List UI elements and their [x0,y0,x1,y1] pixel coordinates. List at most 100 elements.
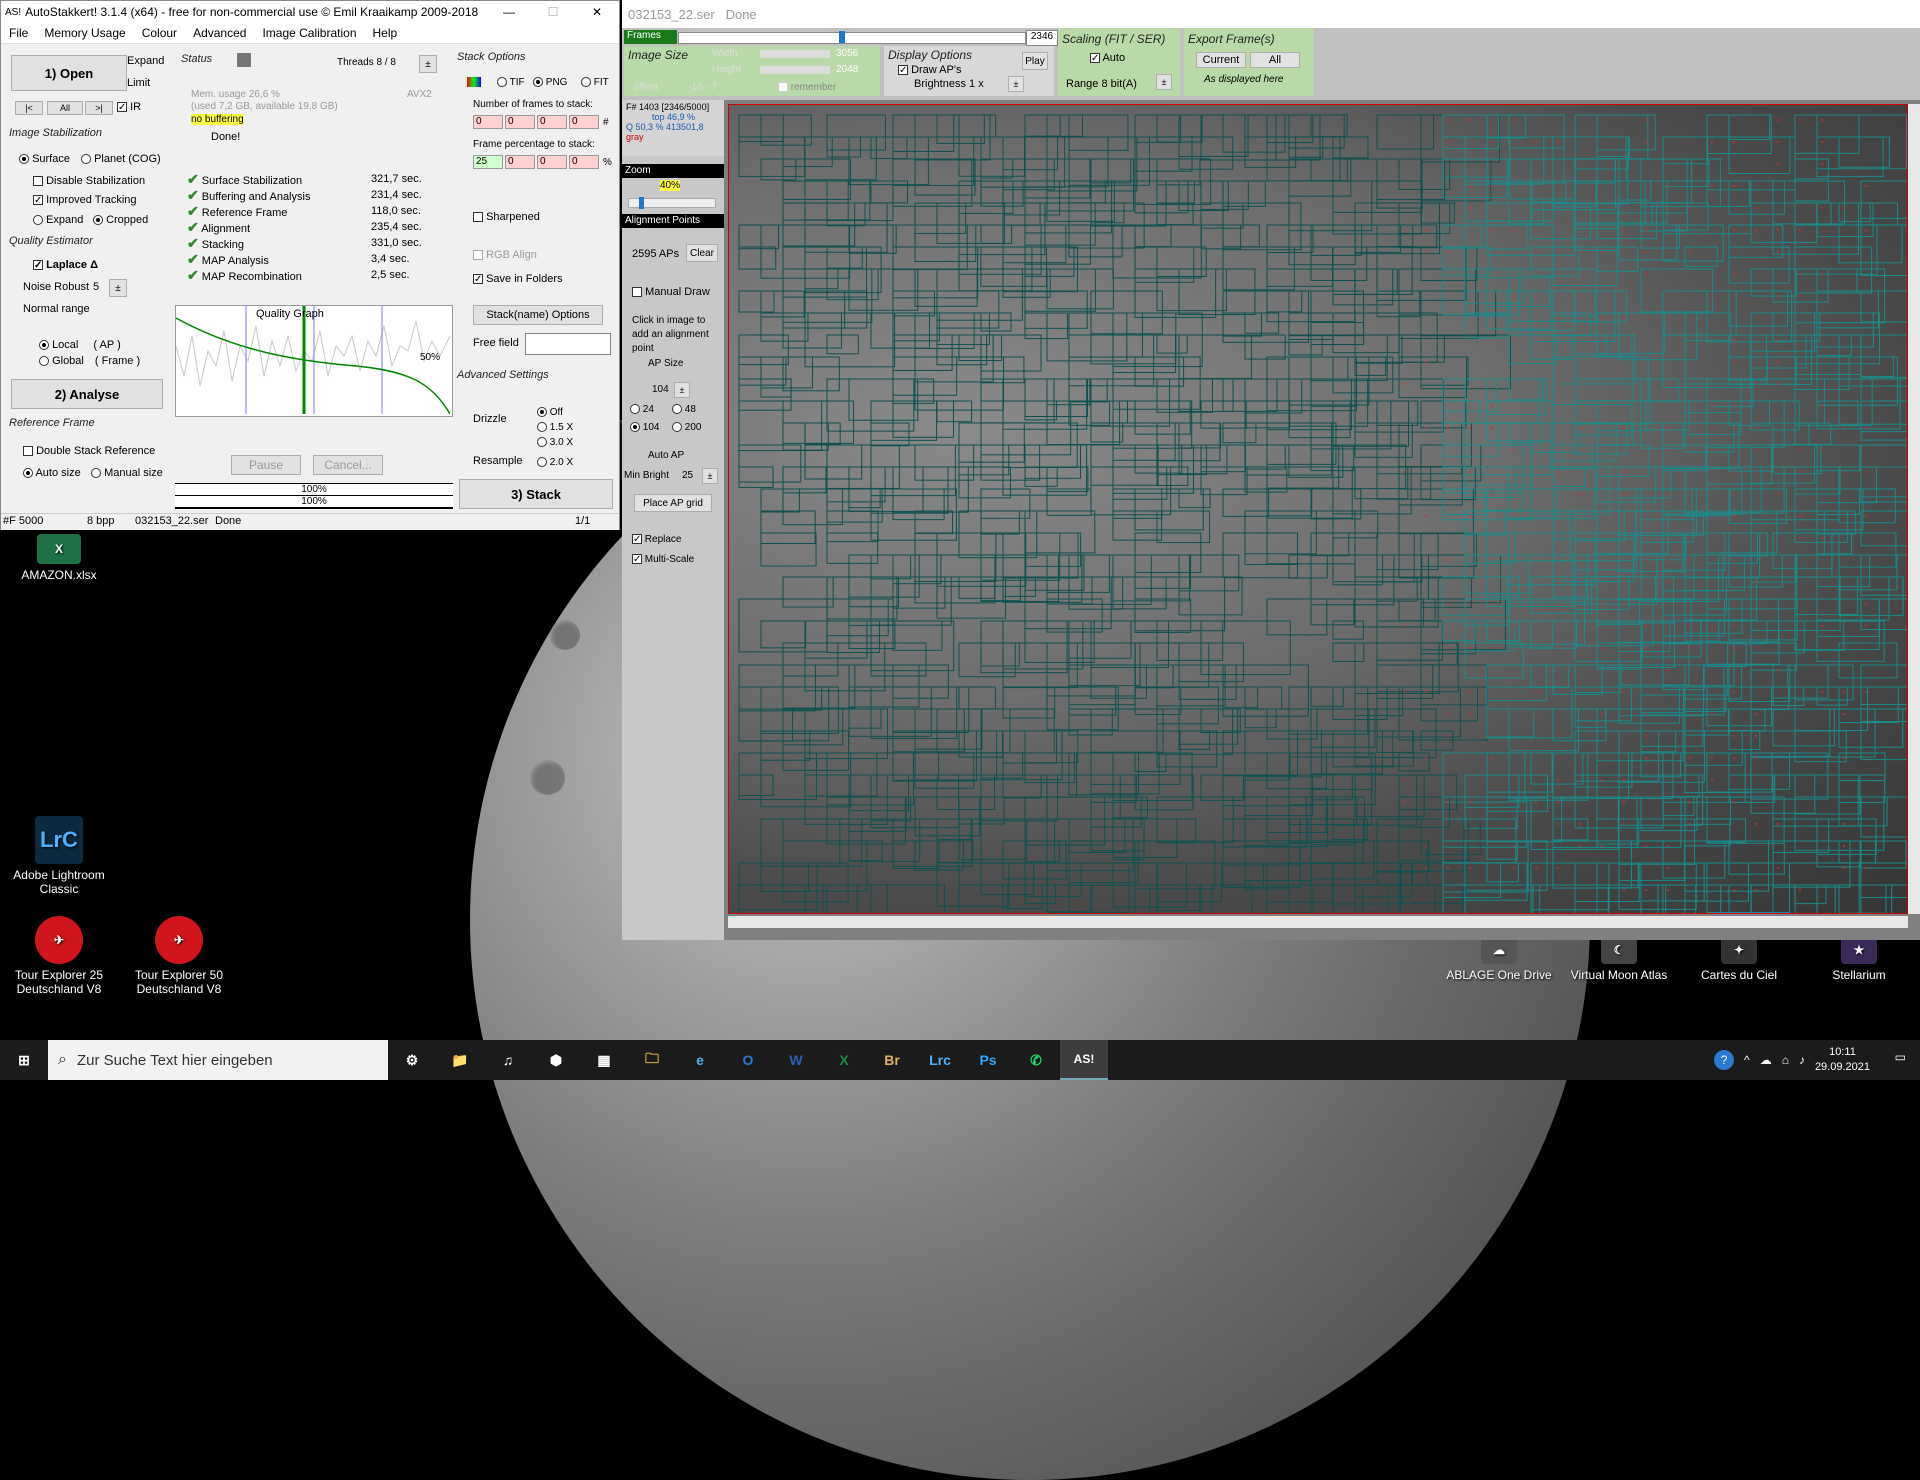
desktop-icon-lightroom[interactable]: LrC Adobe Lightroom Classic [4,816,114,896]
remember-checkbox[interactable]: remember [778,82,836,93]
desktop-icon-virtual-moon[interactable]: ☾ Virtual Moon Atlas [1564,936,1674,982]
frames-value[interactable]: 2346 [1026,30,1058,46]
ir-checkbox[interactable]: ✓ IR [117,101,141,113]
sharpened-checkbox[interactable]: Sharpened [473,211,540,223]
min-bright-stepper[interactable]: ± [702,468,718,484]
taskbar-autostakkert-icon[interactable]: AS! [1060,1040,1108,1080]
play-button[interactable]: Play [1022,52,1048,70]
taskbar-app-icon[interactable]: ⬢ [532,1040,580,1080]
global-radio[interactable]: Global ( Frame ) [39,355,140,367]
brightness-stepper[interactable]: ± [1008,76,1024,92]
improved-tracking-checkbox[interactable]: ✓ Improved Tracking [33,194,137,206]
desktop-icon-cartes-du-ciel[interactable]: ✦ Cartes du Ciel [1684,936,1794,982]
minimize-icon[interactable]: — [487,5,531,19]
taskbar-word-icon[interactable]: W [772,1040,820,1080]
drizzle-1-5-radio[interactable]: 1.5 X [537,422,573,433]
percentage-input[interactable]: 0 [537,155,567,169]
drizzle-off-radio[interactable]: Off [537,407,563,418]
stack-button[interactable]: 3) Stack [459,479,613,509]
help-icon[interactable]: ? [1714,1050,1734,1070]
local-radio[interactable]: Local ( AP ) [39,339,121,351]
resample-2-0-radio[interactable]: 2.0 X [537,457,573,468]
pause-button[interactable]: Pause [231,455,301,475]
taskbar-outlook-icon[interactable]: O [724,1040,772,1080]
double-stack-checkbox[interactable]: Double Stack Reference [23,445,155,457]
fit-radio[interactable]: FIT [581,77,609,88]
desktop-icon-ablage[interactable]: ☁ ABLAGE One Drive [1444,936,1554,982]
network-icon[interactable]: ⌂ [1782,1053,1789,1067]
taskbar-lightroom-icon[interactable]: Lrc [916,1040,964,1080]
manual-draw-checkbox[interactable]: Manual Draw [632,286,710,298]
multi-scale-checkbox[interactable]: ✓ Multi-Scale [632,554,694,565]
width-slider[interactable] [760,50,830,58]
desktop-icon-tour-explorer-25[interactable]: ✈ Tour Explorer 25 Deutschland V8 [4,916,114,996]
taskbar-calculator-icon[interactable]: ▦ [580,1040,628,1080]
clear-aps-button[interactable]: Clear [686,244,718,262]
auto-checkbox[interactable]: ✓ Auto [1090,52,1125,64]
taskbar-search-input[interactable]: ⌕ Zur Suche Text hier eingeben [48,1040,388,1080]
cancel-button[interactable]: Cancel... [313,455,383,475]
ap-size-24-radio[interactable]: 24 [630,404,654,415]
frames-input[interactable]: 0 [537,115,567,129]
taskbar-bridge-icon[interactable]: Br [868,1040,916,1080]
taskbar-edge-icon[interactable]: e [676,1040,724,1080]
ap-size-104-radio[interactable]: 104 [630,422,659,433]
chevron-up-icon[interactable]: ^ [1744,1053,1750,1067]
percentage-input[interactable]: 0 [569,155,599,169]
drizzle-3-0-radio[interactable]: 3.0 X [537,437,573,448]
zoom-slider-thumb[interactable] [639,197,644,209]
ap-size-stepper[interactable]: ± [674,382,690,398]
last-frame-button[interactable]: >| [85,101,113,115]
notification-icon[interactable]: ▭ [1895,1050,1906,1064]
frames-slider-thumb[interactable] [839,31,845,43]
tif-radio[interactable]: TIF [497,77,525,88]
taskbar-settings-icon[interactable]: ⚙ [388,1040,436,1080]
noise-stepper[interactable]: ± [109,279,127,297]
ap-size-48-radio[interactable]: 48 [672,404,696,415]
frames-slider[interactable] [678,32,1026,44]
taskbar-photoshop-icon[interactable]: Ps [964,1040,1012,1080]
zoom-slider[interactable] [628,198,716,208]
place-ap-grid-button[interactable]: Place AP grid [634,494,712,512]
manual-size-radio[interactable]: Manual size [91,467,163,479]
expand-radio[interactable]: Expand [33,214,83,226]
auto-size-radio[interactable]: Auto size [23,467,81,479]
export-all-button[interactable]: All [1250,52,1300,68]
menu-file[interactable]: File [1,26,36,40]
taskbar-folder-icon[interactable]: 🗀 [628,1040,676,1080]
planet-radio[interactable]: Planet (COG) [81,153,161,165]
menu-image-calibration[interactable]: Image Calibration [254,26,364,40]
ap-size-200-radio[interactable]: 200 [672,422,701,433]
all-frames-button[interactable]: All [47,101,83,115]
percentage-input[interactable]: 0 [505,155,535,169]
range-stepper[interactable]: ± [1156,74,1172,90]
rgb-align-checkbox[interactable]: RGB Align [473,249,537,261]
percentage-input[interactable]: 25 [473,155,503,169]
replace-checkbox[interactable]: ✓ Replace [632,534,681,545]
frames-input[interactable]: 0 [569,115,599,129]
surface-radio[interactable]: Surface [19,153,70,165]
menu-help[interactable]: Help [365,26,406,40]
draw-aps-checkbox[interactable]: ✓ Draw AP's [898,64,961,76]
volume-icon[interactable]: ♪ [1799,1053,1805,1067]
free-field-input[interactable] [525,333,611,355]
height-slider[interactable] [760,66,830,74]
cloud-icon[interactable]: ☁ [1760,1053,1772,1067]
open-button[interactable]: 1) Open [11,55,127,91]
save-in-folders-checkbox[interactable]: ✓ Save in Folders [473,273,563,285]
cropped-radio[interactable]: Cropped [93,214,148,226]
first-frame-button[interactable]: |< [15,101,43,115]
laplace-checkbox[interactable]: ✓ Laplace Δ [33,259,98,271]
desktop-icon-amazon[interactable]: X AMAZON.xlsx [4,534,114,582]
frames-input[interactable]: 0 [473,115,503,129]
desktop-icon-stellarium[interactable]: ★ Stellarium [1804,936,1914,982]
export-current-button[interactable]: Current [1196,52,1246,68]
menu-advanced[interactable]: Advanced [185,26,254,40]
taskbar-excel-icon[interactable]: X [820,1040,868,1080]
clock[interactable]: 10:11 29.09.2021 [1815,1045,1870,1075]
frames-input[interactable]: 0 [505,115,535,129]
vertical-scrollbar[interactable] [1908,104,1920,914]
taskbar-itunes-icon[interactable]: ♫ [484,1040,532,1080]
stackname-options-button[interactable]: Stack(name) Options [473,305,603,325]
taskbar-whatsapp-icon[interactable]: ✆ [1012,1040,1060,1080]
